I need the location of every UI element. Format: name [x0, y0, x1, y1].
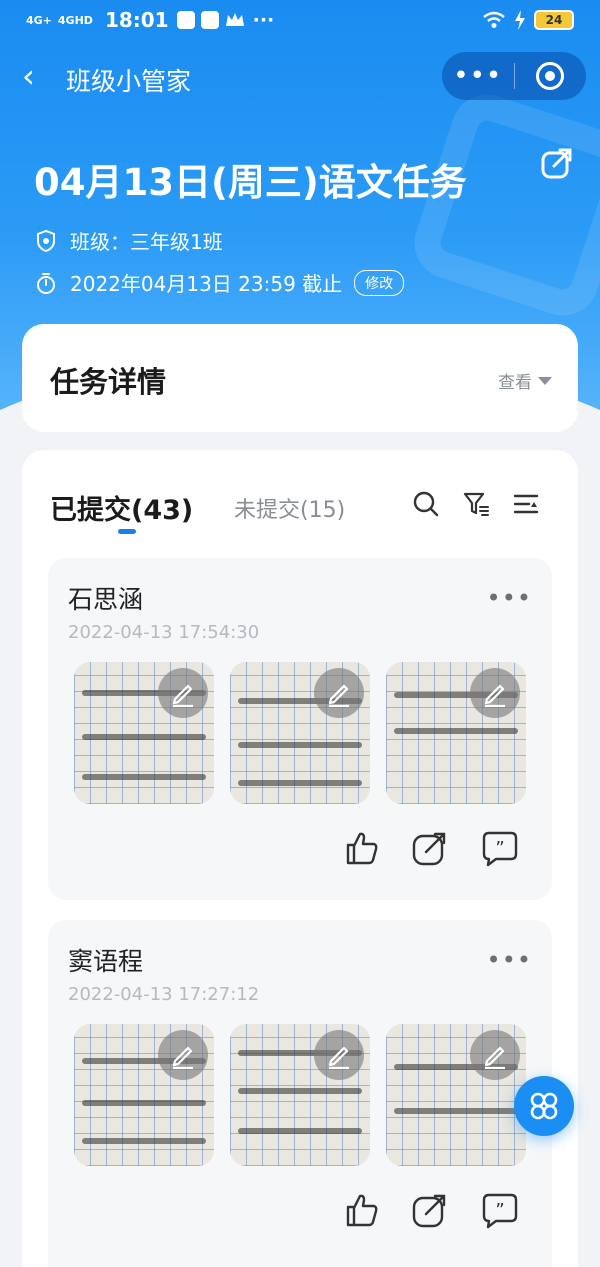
annotate-button[interactable] — [470, 1030, 520, 1080]
signal-indicator-1: 4G+ — [26, 13, 52, 27]
close-mini-program-button[interactable] — [515, 62, 587, 90]
target-icon — [536, 62, 565, 90]
comment-icon[interactable]: ” — [480, 828, 520, 868]
homework-photo[interactable] — [230, 1024, 370, 1166]
view-label: 查看 — [498, 373, 532, 393]
class-info: 班级：三年级1班 — [34, 226, 223, 255]
submit-time: 2022-04-13 17:54:30 — [68, 622, 260, 643]
badge-icon — [37, 229, 55, 252]
submit-time: 2022-04-13 17:27:12 — [68, 984, 260, 1005]
grid-menu-icon — [530, 1092, 558, 1120]
task-detail-heading: 任务详情 — [50, 365, 167, 399]
handwriting-line — [82, 774, 206, 780]
item-more-button[interactable]: ••• — [487, 584, 532, 612]
wifi-icon — [483, 11, 505, 28]
charging-icon — [515, 10, 525, 30]
student-name: 石思涵 — [68, 585, 144, 614]
share-icon[interactable] — [410, 1190, 450, 1230]
annotate-button[interactable] — [314, 1030, 364, 1080]
handwriting-line — [82, 734, 206, 740]
class-label: 班级：三年级1班 — [70, 230, 223, 254]
tab-submitted[interactable]: 已提交(43) — [50, 488, 193, 527]
app-notification-icon — [176, 11, 195, 29]
wechat-notification-icon — [200, 11, 219, 29]
thumbs-up-icon[interactable] — [342, 1190, 382, 1230]
svg-text:”: ” — [495, 1200, 504, 1221]
pencil-icon — [172, 1046, 193, 1069]
annotate-button[interactable] — [158, 1030, 208, 1080]
floating-menu-button[interactable] — [514, 1076, 574, 1136]
annotate-button[interactable] — [470, 668, 520, 718]
sort-icon[interactable] — [512, 490, 540, 518]
homework-photo[interactable] — [386, 662, 526, 804]
homework-photo[interactable] — [74, 662, 214, 804]
thumbs-up-icon[interactable] — [342, 828, 382, 868]
pencil-icon — [328, 684, 349, 707]
status-time: 18:01 — [104, 8, 169, 32]
crown-icon — [225, 13, 244, 26]
mini-program-capsule: ••• — [442, 52, 586, 100]
handwriting-line — [238, 780, 362, 786]
back-button[interactable]: ‹ — [22, 60, 44, 92]
view-detail-button[interactable]: 查看 — [498, 368, 552, 393]
handwriting-line — [394, 1108, 518, 1114]
svg-text:”: ” — [495, 838, 504, 859]
handwriting-line — [82, 1138, 206, 1144]
nav-bar: ‹ 班级小管家 ••• — [0, 52, 600, 102]
edit-deadline-button[interactable]: 修改 — [354, 269, 405, 296]
battery-indicator: 24 — [534, 10, 574, 30]
deadline-info: 2022年04月13日 23:59 截止 修改 — [34, 268, 405, 297]
share-task-button[interactable] — [540, 146, 574, 180]
status-bar: 4G+ 4GHD 18:01 ··· 24 — [0, 0, 600, 40]
annotate-button[interactable] — [314, 668, 364, 718]
handwriting-line — [82, 1100, 206, 1106]
search-icon[interactable] — [412, 490, 440, 518]
task-detail-card: 任务详情 查看 — [22, 324, 578, 432]
pencil-icon — [328, 1046, 349, 1069]
homework-photo[interactable] — [74, 1024, 214, 1166]
comment-icon[interactable]: ” — [480, 1190, 520, 1230]
share-icon[interactable] — [410, 828, 450, 868]
annotate-button[interactable] — [158, 668, 208, 718]
tab-not-submitted[interactable]: 未提交(15) — [234, 492, 345, 524]
handwriting-line — [238, 742, 362, 748]
timer-icon — [37, 272, 55, 294]
nav-title: 班级小管家 — [66, 67, 192, 96]
homework-photo[interactable] — [230, 662, 370, 804]
caret-down-icon — [538, 376, 552, 385]
handwriting-line — [394, 728, 518, 734]
item-more-button[interactable]: ••• — [487, 946, 532, 974]
pencil-icon — [484, 684, 505, 707]
student-name: 窦语程 — [68, 947, 144, 976]
pencil-icon — [484, 1046, 505, 1069]
homework-photo[interactable] — [386, 1024, 526, 1166]
more-menu-button[interactable]: ••• — [442, 52, 514, 100]
status-more: ··· — [252, 9, 275, 31]
active-tab-indicator — [118, 529, 136, 534]
filter-icon[interactable] — [462, 490, 490, 518]
signal-indicator-2: 4GHD — [57, 13, 93, 27]
deadline-text: 2022年04月13日 23:59 截止 — [70, 272, 343, 296]
handwriting-line — [238, 1088, 362, 1094]
task-title: 04月13日(周三)语文任务 — [34, 161, 467, 204]
submission-item[interactable]: 石思涵 2022-04-13 17:54:30 ••• ” — [48, 558, 552, 900]
submission-item[interactable]: 窦语程 2022-04-13 17:27:12 ••• ” — [48, 920, 552, 1267]
submissions-card: 已提交(43) 未提交(15) 石思涵 2022-04-13 17:54:30 … — [22, 450, 578, 1267]
handwriting-line — [238, 1128, 362, 1134]
pencil-icon — [172, 684, 193, 707]
